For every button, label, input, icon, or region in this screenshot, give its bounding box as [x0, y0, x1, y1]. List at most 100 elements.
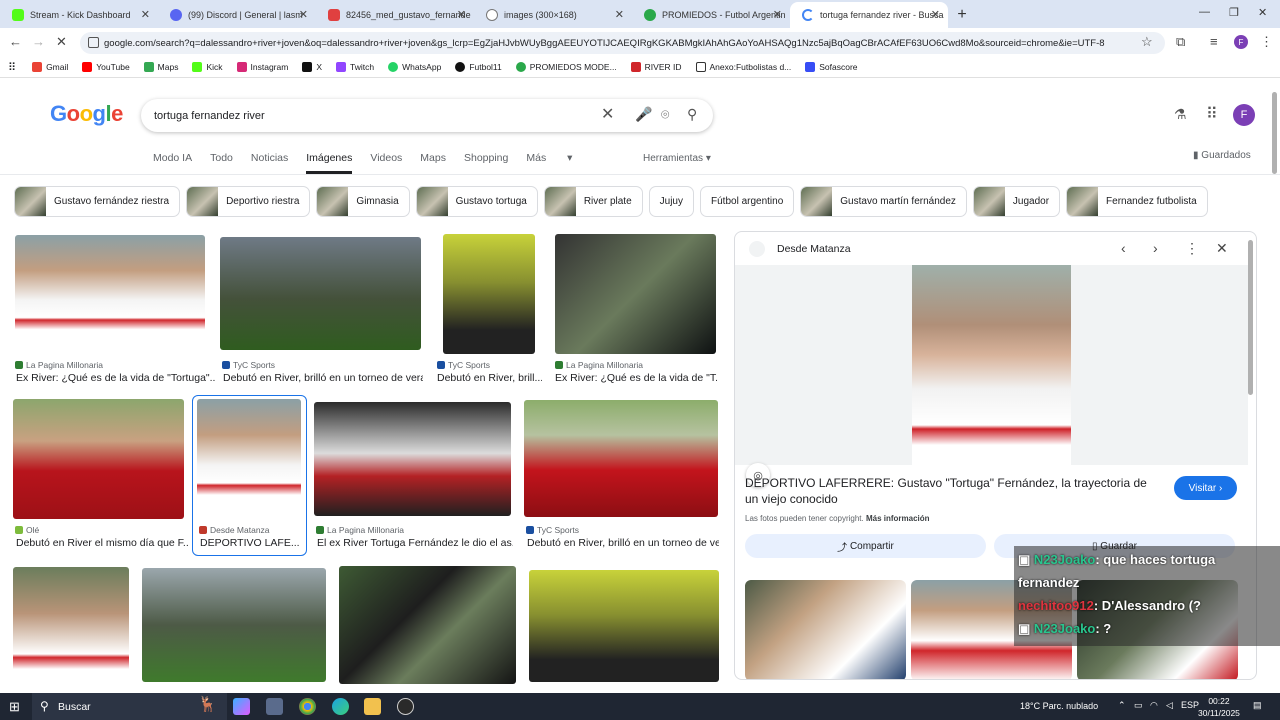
image-result[interactable]: Olé Debutó en River el mismo día que F..…: [13, 399, 191, 551]
bookmark-river-id[interactable]: RIVER ID: [630, 62, 682, 72]
result-image[interactable]: [314, 402, 511, 516]
image-result[interactable]: [339, 566, 516, 684]
image-result[interactable]: [142, 568, 326, 682]
media-icon[interactable]: ≡: [1210, 34, 1218, 49]
minimize-button[interactable]: —: [1199, 6, 1210, 18]
close-icon[interactable]: ✕: [1216, 240, 1228, 257]
close-window-button[interactable]: ✕: [1258, 6, 1267, 19]
search-icon[interactable]: ⚲: [687, 106, 697, 123]
obs-icon[interactable]: [397, 698, 414, 715]
google-apps-icon[interactable]: ⠿: [1206, 104, 1218, 124]
chevron-up-icon[interactable]: ⌃: [1118, 700, 1126, 711]
site-info-icon[interactable]: [88, 37, 99, 48]
notifications-icon[interactable]: ▤: [1253, 700, 1262, 711]
bookmark-youtube[interactable]: YouTube: [82, 62, 130, 72]
chip[interactable]: Jugador: [972, 186, 1061, 217]
search-input[interactable]: tortuga fernandez river: [154, 110, 265, 122]
stop-loading-button[interactable]: ✕: [56, 34, 67, 50]
bookmark-twitch[interactable]: Twitch: [336, 62, 374, 72]
chip[interactable]: Deportivo riestra: [186, 186, 311, 217]
apps-icon[interactable]: ⠿: [8, 61, 16, 74]
bookmark-wikipedia[interactable]: Anexo:Futbolistas d...: [695, 62, 791, 72]
camera-search-icon[interactable]: ⌾: [661, 106, 669, 123]
image-result[interactable]: La Pagina Millonaria Ex River: ¿Qué es d…: [15, 235, 216, 385]
previous-icon[interactable]: ‹: [1121, 240, 1126, 256]
bookmark-sofascore[interactable]: Sofascore: [805, 62, 858, 72]
extensions-icon[interactable]: ⧉: [1176, 34, 1185, 50]
result-title[interactable]: Ex River: ¿Qué es de la vida de "Tortuga…: [16, 372, 216, 384]
google-logo[interactable]: Google: [50, 101, 123, 127]
bookmark-x[interactable]: X: [302, 62, 322, 72]
chip[interactable]: Gustavo tortuga: [415, 186, 538, 217]
chip[interactable]: Gustavo fernández riestra: [14, 186, 181, 217]
result-title[interactable]: Ex River: ¿Qué es de la vida de "T...: [555, 372, 717, 384]
chip[interactable]: Gimnasia: [316, 186, 410, 217]
chip[interactable]: Gustavo martín fernández: [800, 186, 967, 217]
result-title[interactable]: DEPORTIVO LAFE...: [200, 537, 302, 549]
result-image[interactable]: [555, 234, 716, 354]
profile-avatar[interactable]: F: [1234, 35, 1248, 49]
visit-button[interactable]: Visitar ›: [1174, 476, 1237, 500]
result-title[interactable]: Debutó en River, brill...: [437, 372, 542, 384]
tab-noticias[interactable]: Noticias: [251, 152, 288, 174]
result-title[interactable]: El ex River Tortuga Fernández le dio el …: [317, 537, 513, 549]
tab-imagenes[interactable]: Imágenes: [306, 152, 353, 174]
start-icon[interactable]: ⊞: [9, 699, 20, 715]
panel-source[interactable]: Desde Matanza: [749, 241, 851, 257]
clock[interactable]: 00:22 30/11/2025: [1198, 695, 1240, 719]
back-button[interactable]: ←: [9, 34, 22, 49]
menu-icon[interactable]: ⋮: [1260, 34, 1273, 50]
image-result[interactable]: [13, 567, 129, 683]
chip[interactable]: Jujuy: [648, 186, 694, 217]
bookmark-maps[interactable]: Maps: [143, 62, 178, 72]
close-icon[interactable]: ✕: [141, 8, 150, 21]
tab-todo[interactable]: Todo: [210, 152, 233, 174]
image-result[interactable]: La Pagina Millonaria El ex River Tortuga…: [314, 402, 514, 552]
result-image[interactable]: [15, 235, 205, 353]
bookmark-star-icon[interactable]: ☆: [1141, 34, 1153, 50]
tab-google-search[interactable]: tortuga fernandez river - Busca ✕: [790, 2, 948, 28]
close-icon[interactable]: ✕: [931, 8, 940, 21]
clear-icon[interactable]: ✕: [601, 104, 614, 124]
more-info-link[interactable]: Más información: [866, 514, 930, 523]
result-image[interactable]: [443, 234, 535, 354]
next-icon[interactable]: ›: [1153, 240, 1158, 256]
result-image[interactable]: [529, 570, 719, 682]
result-image[interactable]: [142, 568, 326, 682]
file-explorer-icon[interactable]: [364, 698, 381, 715]
tab-shopping[interactable]: Shopping: [464, 152, 508, 174]
panel-scrollbar[interactable]: [1248, 240, 1253, 395]
language-indicator[interactable]: ESP: [1181, 700, 1199, 710]
volume-icon[interactable]: ◁: [1166, 700, 1173, 711]
tab-image-file[interactable]: 82456_med_gustavo_fernande ✕: [316, 2, 474, 28]
tab-videos[interactable]: Videos: [370, 152, 402, 174]
result-image[interactable]: [339, 566, 516, 684]
result-image[interactable]: [220, 237, 421, 350]
maximize-button[interactable]: ❐: [1229, 6, 1239, 19]
close-icon[interactable]: ✕: [457, 8, 466, 21]
edge-icon[interactable]: [332, 698, 349, 715]
image-result[interactable]: [529, 570, 719, 682]
saved-button[interactable]: ▮ Guardados: [1193, 150, 1251, 161]
search-box[interactable]: tortuga fernandez river ✕ 🎤 ⌾ ⚲: [141, 99, 713, 132]
result-title[interactable]: Debutó en River el mismo día que F...: [16, 537, 188, 549]
tab-kick[interactable]: Stream - Kick Dashboard ✕: [0, 2, 158, 28]
labs-icon[interactable]: ⚗: [1174, 106, 1187, 123]
new-tab-button[interactable]: +: [948, 2, 976, 28]
tools-button[interactable]: Herramientas ▾: [643, 153, 711, 164]
chip[interactable]: Fernandez futbolista: [1066, 186, 1208, 217]
chip[interactable]: Fútbol argentino: [700, 186, 795, 217]
tab-images[interactable]: images (300×168) ✕: [474, 2, 632, 28]
tab-discord[interactable]: (99) Discord | General | lasm ✕: [158, 2, 316, 28]
network-icon[interactable]: ▭: [1134, 700, 1143, 711]
tab-mas[interactable]: Más ▾: [526, 152, 590, 174]
share-button[interactable]: ⤴ Compartir: [745, 534, 986, 558]
image-result-selected[interactable]: Desde Matanza DEPORTIVO LAFE...: [197, 399, 303, 551]
result-image[interactable]: [13, 567, 129, 683]
chrome-icon[interactable]: [299, 698, 316, 715]
weather-widget[interactable]: 18°C Parc. nublado: [1020, 701, 1098, 711]
tab-promiedos[interactable]: PROMIEDOS - Futbol Argentin ✕: [632, 2, 790, 28]
image-result[interactable]: TyC Sports Debutó en River, brilló en un…: [220, 237, 425, 387]
address-bar[interactable]: google.com/search?q=dalessandro+river+jo…: [80, 32, 1165, 54]
close-icon[interactable]: ✕: [773, 8, 782, 21]
